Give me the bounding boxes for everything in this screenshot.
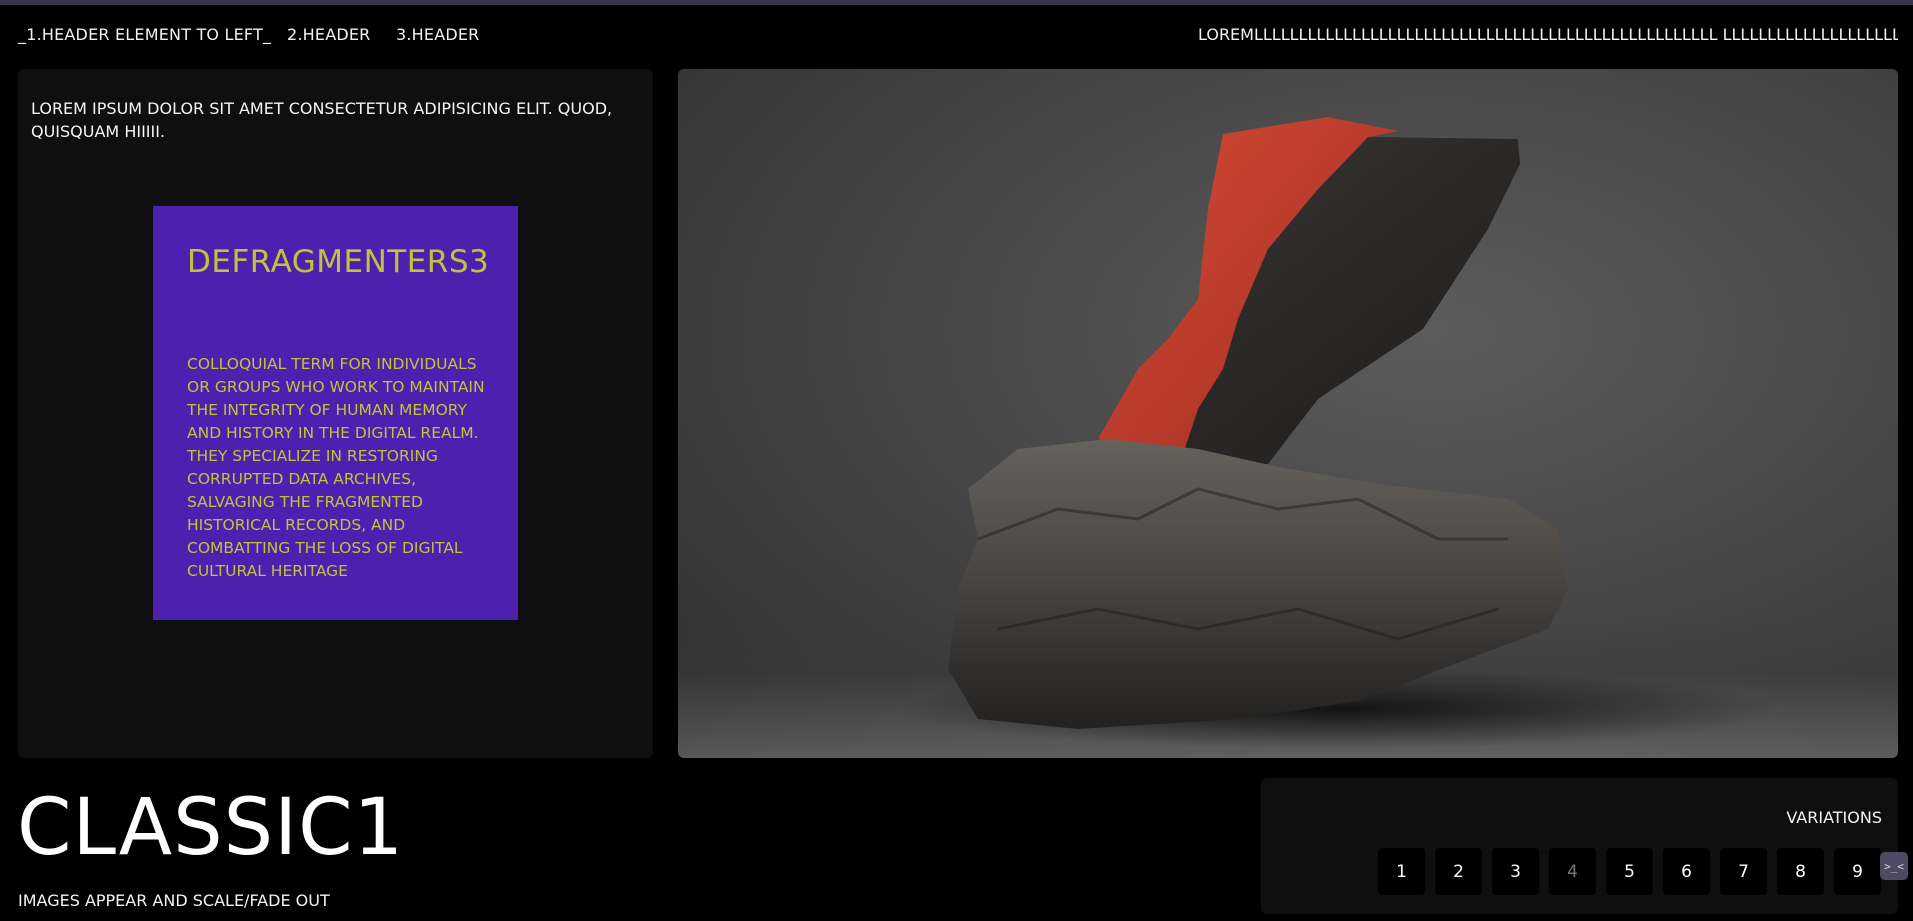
rock-illustration: [898, 117, 1778, 749]
variation-button-6[interactable]: 6: [1663, 848, 1710, 895]
header: _1.HEADER ELEMENT TO LEFT_ 2.HEADER 3.HE…: [0, 22, 1913, 48]
top-accent-strip: [0, 0, 1913, 5]
nav-item-header-1[interactable]: _1.HEADER ELEMENT TO LEFT_: [18, 25, 271, 44]
variation-button-4[interactable]: 4: [1549, 848, 1596, 895]
variation-button-8[interactable]: 8: [1777, 848, 1824, 895]
variation-button-7[interactable]: 7: [1720, 848, 1767, 895]
variation-button-2[interactable]: 2: [1435, 848, 1482, 895]
hero-image: [678, 69, 1898, 758]
definition-card: DEFRAGMENTERS3 COLLOQUIAL TERM FOR INDIV…: [153, 206, 518, 620]
variations-panel: VARIATIONS 1 2 3 4 5 6 7 8 9: [1261, 778, 1898, 914]
nav-item-header-3[interactable]: 3.HEADER: [396, 25, 480, 44]
variation-button-3[interactable]: 3: [1492, 848, 1539, 895]
variation-button-5[interactable]: 5: [1606, 848, 1653, 895]
intro-text: LOREM IPSUM DOLOR SIT AMET CONSECTETUR A…: [31, 99, 613, 141]
variations-label: VARIATIONS: [1786, 808, 1882, 827]
page-subtitle: IMAGES APPEAR AND SCALE/FADE OUT: [18, 891, 330, 910]
header-right-text: LOREMLLLLLLLLLLLLLLLLLLLLLLLLLLLLLLLLLLL…: [1198, 25, 1898, 44]
variation-button-1[interactable]: 1: [1378, 848, 1425, 895]
code-collapse-icon[interactable]: >_<: [1880, 852, 1908, 880]
info-panel: LOREM IPSUM DOLOR SIT AMET CONSECTETUR A…: [18, 69, 653, 758]
page-title: CLASSIC1: [17, 783, 405, 873]
card-body: COLLOQUIAL TERM FOR INDIVIDUALS OR GROUP…: [187, 355, 485, 580]
card-title: DEFRAGMENTERS3: [187, 244, 490, 280]
nav-item-header-2[interactable]: 2.HEADER: [287, 25, 371, 44]
variation-button-9[interactable]: 9: [1834, 848, 1881, 895]
